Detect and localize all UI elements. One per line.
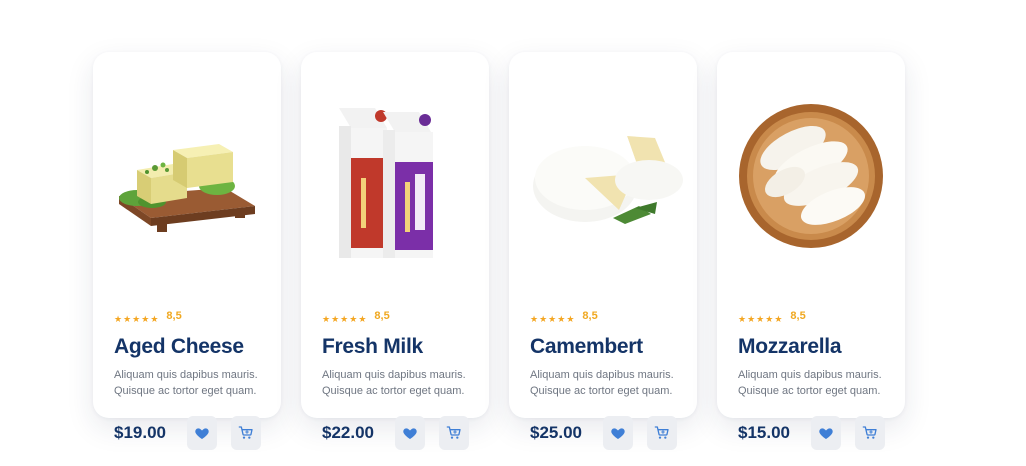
- star-icon: ★: [123, 314, 132, 324]
- star-icon: ★: [548, 314, 557, 324]
- product-title[interactable]: Mozzarella: [738, 334, 842, 360]
- product-cards: ★ ★ ★ ★ ★ 8,5 Aged Cheese Aliquam quis d…: [0, 0, 1026, 466]
- heart-icon: [195, 428, 209, 439]
- rating-score: 8,5: [790, 310, 806, 322]
- favorite-button[interactable]: [187, 416, 217, 450]
- product-price: $15.00: [738, 423, 790, 442]
- favorite-button[interactable]: [395, 416, 425, 450]
- rating: ★ ★ ★ ★ ★ 8,5: [322, 311, 390, 325]
- star-icon: ★: [132, 314, 141, 324]
- rating-score: 8,5: [374, 310, 390, 322]
- add-to-cart-button[interactable]: [439, 416, 469, 450]
- rating-score: 8,5: [582, 310, 598, 322]
- star-icon: ★: [340, 314, 349, 324]
- camembert-image: [523, 78, 683, 258]
- product-card-fresh-milk[interactable]: ★ ★ ★ ★ ★ 8,5 Fresh Milk Aliquam quis da…: [301, 52, 489, 450]
- fresh-milk-image: [315, 78, 475, 258]
- product-price: $19.00: [114, 423, 166, 442]
- star-icon: ★: [566, 314, 575, 324]
- product-card-aged-cheese[interactable]: ★ ★ ★ ★ ★ 8,5 Aged Cheese Aliquam quis d…: [93, 52, 281, 450]
- star-icon: ★: [747, 314, 756, 324]
- rating-stars: ★ ★ ★ ★ ★: [114, 315, 158, 324]
- add-to-cart-button[interactable]: [647, 416, 677, 450]
- description-line: Aliquam quis dapibus mauris.: [738, 369, 882, 381]
- rating: ★ ★ ★ ★ ★ 8,5: [530, 311, 598, 325]
- star-icon: ★: [539, 314, 548, 324]
- product-description: Aliquam quis dapibus mauris. Quisque ac …: [114, 367, 274, 399]
- description-line: Quisque ac tortor eget quam.: [530, 385, 673, 397]
- rating-stars: ★ ★ ★ ★ ★: [530, 315, 574, 324]
- product-card-mozzarella[interactable]: ★ ★ ★ ★ ★ 8,5 Mozzarella Aliquam quis da…: [717, 52, 905, 450]
- star-icon: ★: [141, 314, 150, 324]
- favorite-button[interactable]: [603, 416, 633, 450]
- product-price: $22.00: [322, 423, 374, 442]
- heart-icon: [403, 428, 417, 439]
- rating-score: 8,5: [166, 310, 182, 322]
- cart-icon: [446, 426, 461, 439]
- star-icon: ★: [322, 314, 331, 324]
- star-icon: ★: [331, 314, 340, 324]
- heart-icon: [611, 428, 625, 439]
- description-line: Aliquam quis dapibus mauris.: [114, 369, 258, 381]
- star-icon: ★: [114, 314, 123, 324]
- cart-icon: [238, 426, 253, 439]
- star-icon: ★: [756, 314, 765, 324]
- description-line: Quisque ac tortor eget quam.: [322, 385, 465, 397]
- star-icon: ★: [765, 314, 774, 324]
- favorite-button[interactable]: [811, 416, 841, 450]
- star-icon: ★: [557, 314, 566, 324]
- product-description: Aliquam quis dapibus mauris. Quisque ac …: [322, 367, 482, 399]
- add-to-cart-button[interactable]: [231, 416, 261, 450]
- star-icon: ★: [358, 314, 367, 324]
- description-line: Quisque ac tortor eget quam.: [114, 385, 257, 397]
- aged-cheese-image: [107, 78, 267, 258]
- product-description: Aliquam quis dapibus mauris. Quisque ac …: [530, 367, 690, 399]
- product-description: Aliquam quis dapibus mauris. Quisque ac …: [738, 367, 898, 399]
- star-icon: ★: [774, 314, 783, 324]
- product-title[interactable]: Camembert: [530, 334, 643, 360]
- rating: ★ ★ ★ ★ ★ 8,5: [738, 311, 806, 325]
- product-card-camembert[interactable]: ★ ★ ★ ★ ★ 8,5 Camembert Aliquam quis dap…: [509, 52, 697, 450]
- product-title[interactable]: Fresh Milk: [322, 334, 423, 360]
- product-title[interactable]: Aged Cheese: [114, 334, 244, 360]
- cart-icon: [654, 426, 669, 439]
- rating-stars: ★ ★ ★ ★ ★: [738, 315, 782, 324]
- rating-stars: ★ ★ ★ ★ ★: [322, 315, 366, 324]
- mozzarella-image: [731, 78, 891, 258]
- star-icon: ★: [349, 314, 358, 324]
- description-line: Quisque ac tortor eget quam.: [738, 385, 881, 397]
- cart-icon: [862, 426, 877, 439]
- add-to-cart-button[interactable]: [855, 416, 885, 450]
- description-line: Aliquam quis dapibus mauris.: [530, 369, 674, 381]
- rating: ★ ★ ★ ★ ★ 8,5: [114, 311, 182, 325]
- star-icon: ★: [150, 314, 159, 324]
- star-icon: ★: [530, 314, 539, 324]
- description-line: Aliquam quis dapibus mauris.: [322, 369, 466, 381]
- heart-icon: [819, 428, 833, 439]
- star-icon: ★: [738, 314, 747, 324]
- product-price: $25.00: [530, 423, 582, 442]
